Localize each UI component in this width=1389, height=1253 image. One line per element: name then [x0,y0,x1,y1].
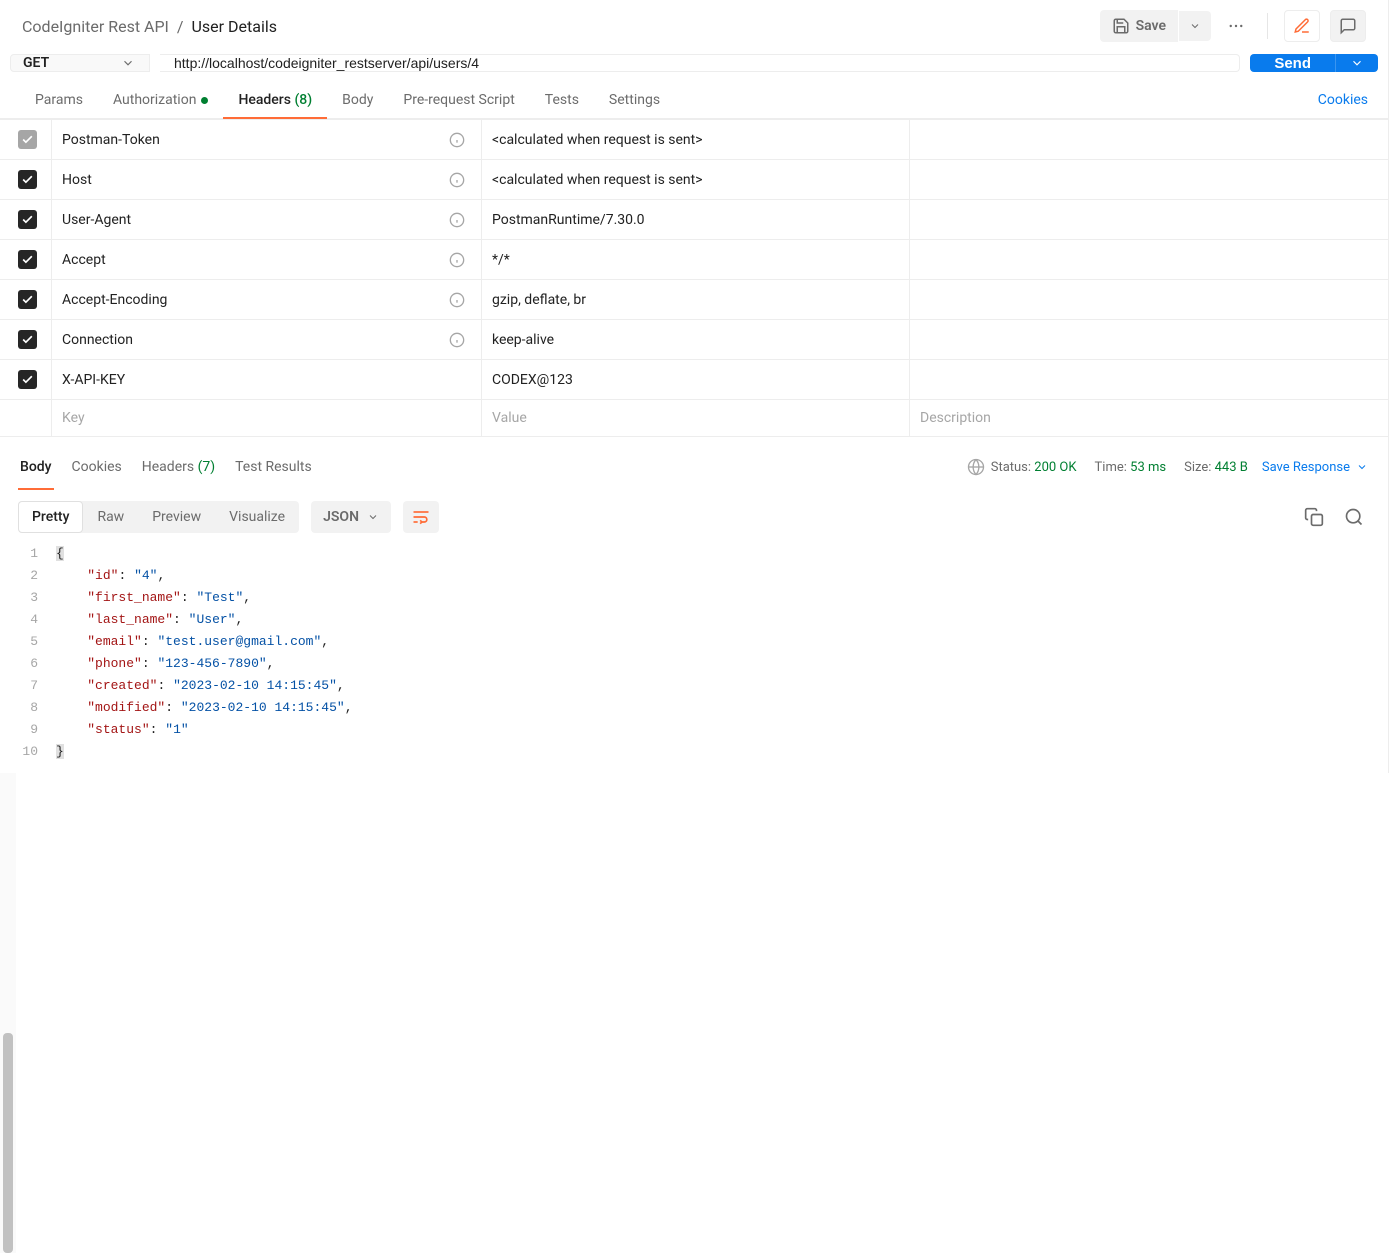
header-value[interactable]: keep-alive [492,332,554,348]
chevron-down-icon [121,56,135,70]
breadcrumb-current: User Details [192,17,277,36]
header-key[interactable]: User-Agent [62,212,131,228]
info-icon[interactable] [449,332,471,348]
info-icon[interactable] [449,172,471,188]
header-checkbox[interactable] [18,370,37,389]
save-label: Save [1136,18,1166,34]
seg-pretty[interactable]: Pretty [18,501,83,533]
header-row: X-API-KEY CODEX@123 [0,360,1388,400]
code-line: "last_name": "User", [56,609,1388,631]
header-row: Accept */* [0,240,1388,280]
save-response-button[interactable]: Save Response [1262,460,1368,475]
tab-settings[interactable]: Settings [594,82,675,118]
header-checkbox[interactable] [18,330,37,349]
code-line: "created": "2023-02-10 14:15:45", [56,675,1388,697]
copy-icon[interactable] [1300,503,1328,531]
header-key[interactable]: X-API-KEY [62,372,125,388]
size-value: 443 B [1215,460,1248,475]
network-icon[interactable] [967,458,985,476]
seg-visualize[interactable]: Visualize [215,501,299,533]
header-desc-placeholder[interactable]: Description [920,410,991,426]
header-row: Connection keep-alive [0,320,1388,360]
header-value-placeholder[interactable]: Value [492,410,527,426]
header-key[interactable]: Accept-Encoding [62,292,167,308]
code-line: "first_name": "Test", [56,587,1388,609]
info-icon[interactable] [449,132,471,148]
header-checkbox[interactable] [18,210,37,229]
res-tab-body[interactable]: Body [10,451,62,483]
status-label: Status: [991,460,1031,475]
code-line: "modified": "2023-02-10 14:15:45", [56,697,1388,719]
info-icon[interactable] [449,252,471,268]
header-key[interactable]: Host [62,172,92,188]
header-value[interactable]: CODEX@123 [492,372,573,388]
header-value[interactable]: */* [492,252,510,268]
info-icon[interactable] [449,212,471,228]
header-key[interactable]: Connection [62,332,133,348]
response-body[interactable]: 1{2 "id": "4",3 "first_name": "Test",4 "… [0,537,1388,773]
http-method-select[interactable]: GET [10,54,150,72]
format-select[interactable]: JSON [311,501,391,533]
header-key[interactable]: Accept [62,252,106,268]
http-method-label: GET [23,55,49,71]
more-icon[interactable] [1221,11,1251,41]
header-row: User-Agent PostmanRuntime/7.30.0 [0,200,1388,240]
time-label: Time: [1095,460,1127,475]
url-input[interactable] [160,54,1240,72]
size-label: Size: [1184,460,1211,475]
tab-tests[interactable]: Tests [530,82,594,118]
res-tab-test-results[interactable]: Test Results [225,451,322,483]
res-tab-headers[interactable]: Headers (7) [132,451,225,483]
code-line: "id": "4", [56,565,1388,587]
header-value[interactable]: <calculated when request is sent> [492,132,703,148]
header-value[interactable]: <calculated when request is sent> [492,172,703,188]
tab-headers[interactable]: Headers (8) [223,82,327,118]
info-icon[interactable] [449,292,471,308]
auth-active-dot [201,97,208,104]
status-value: 200 OK [1034,460,1076,475]
header-key-placeholder[interactable]: Key [62,410,85,426]
headers-table: Postman-Token <calculated when request is… [0,119,1388,437]
send-dropdown[interactable] [1335,54,1378,72]
seg-preview[interactable]: Preview [138,501,215,533]
header-value[interactable]: gzip, deflate, br [492,292,586,308]
code-line: "email": "test.user@gmail.com", [56,631,1388,653]
code-line: "status": "1" [56,719,1388,741]
code-line: } [56,741,1388,763]
send-button[interactable]: Send [1250,54,1335,72]
code-line: { [56,543,1388,565]
header-checkbox[interactable] [18,130,37,149]
tab-params[interactable]: Params [20,82,98,118]
save-button[interactable]: Save [1100,10,1178,42]
wrap-lines-button[interactable] [403,501,439,533]
save-icon [1112,17,1130,35]
header-key[interactable]: Postman-Token [62,132,160,148]
res-tab-cookies[interactable]: Cookies [62,451,132,483]
header-row: Postman-Token <calculated when request is… [0,120,1388,160]
tab-body[interactable]: Body [327,82,388,118]
save-dropdown[interactable] [1179,11,1211,41]
time-value: 53 ms [1130,460,1166,475]
comment-icon[interactable] [1330,10,1366,42]
breadcrumb-parent[interactable]: CodeIgniter Rest API [22,17,169,36]
cookies-link[interactable]: Cookies [1318,82,1368,118]
header-checkbox[interactable] [18,290,37,309]
header-row: Accept-Encoding gzip, deflate, br [0,280,1388,320]
breadcrumb-sep: / [177,17,184,36]
header-checkbox[interactable] [18,250,37,269]
edit-icon[interactable] [1284,10,1320,42]
breadcrumb: CodeIgniter Rest API / User Details [22,17,277,36]
header-checkbox[interactable] [18,170,37,189]
header-row: Host <calculated when request is sent> [0,160,1388,200]
code-line: "phone": "123-456-7890", [56,653,1388,675]
search-icon[interactable] [1340,503,1368,531]
scrollbar[interactable] [0,773,16,1253]
tab-authorization[interactable]: Authorization [98,82,223,118]
seg-raw[interactable]: Raw [83,501,138,533]
view-mode-segment: Pretty Raw Preview Visualize [18,501,299,533]
header-value[interactable]: PostmanRuntime/7.30.0 [492,212,645,228]
tab-prerequest[interactable]: Pre-request Script [388,82,529,118]
